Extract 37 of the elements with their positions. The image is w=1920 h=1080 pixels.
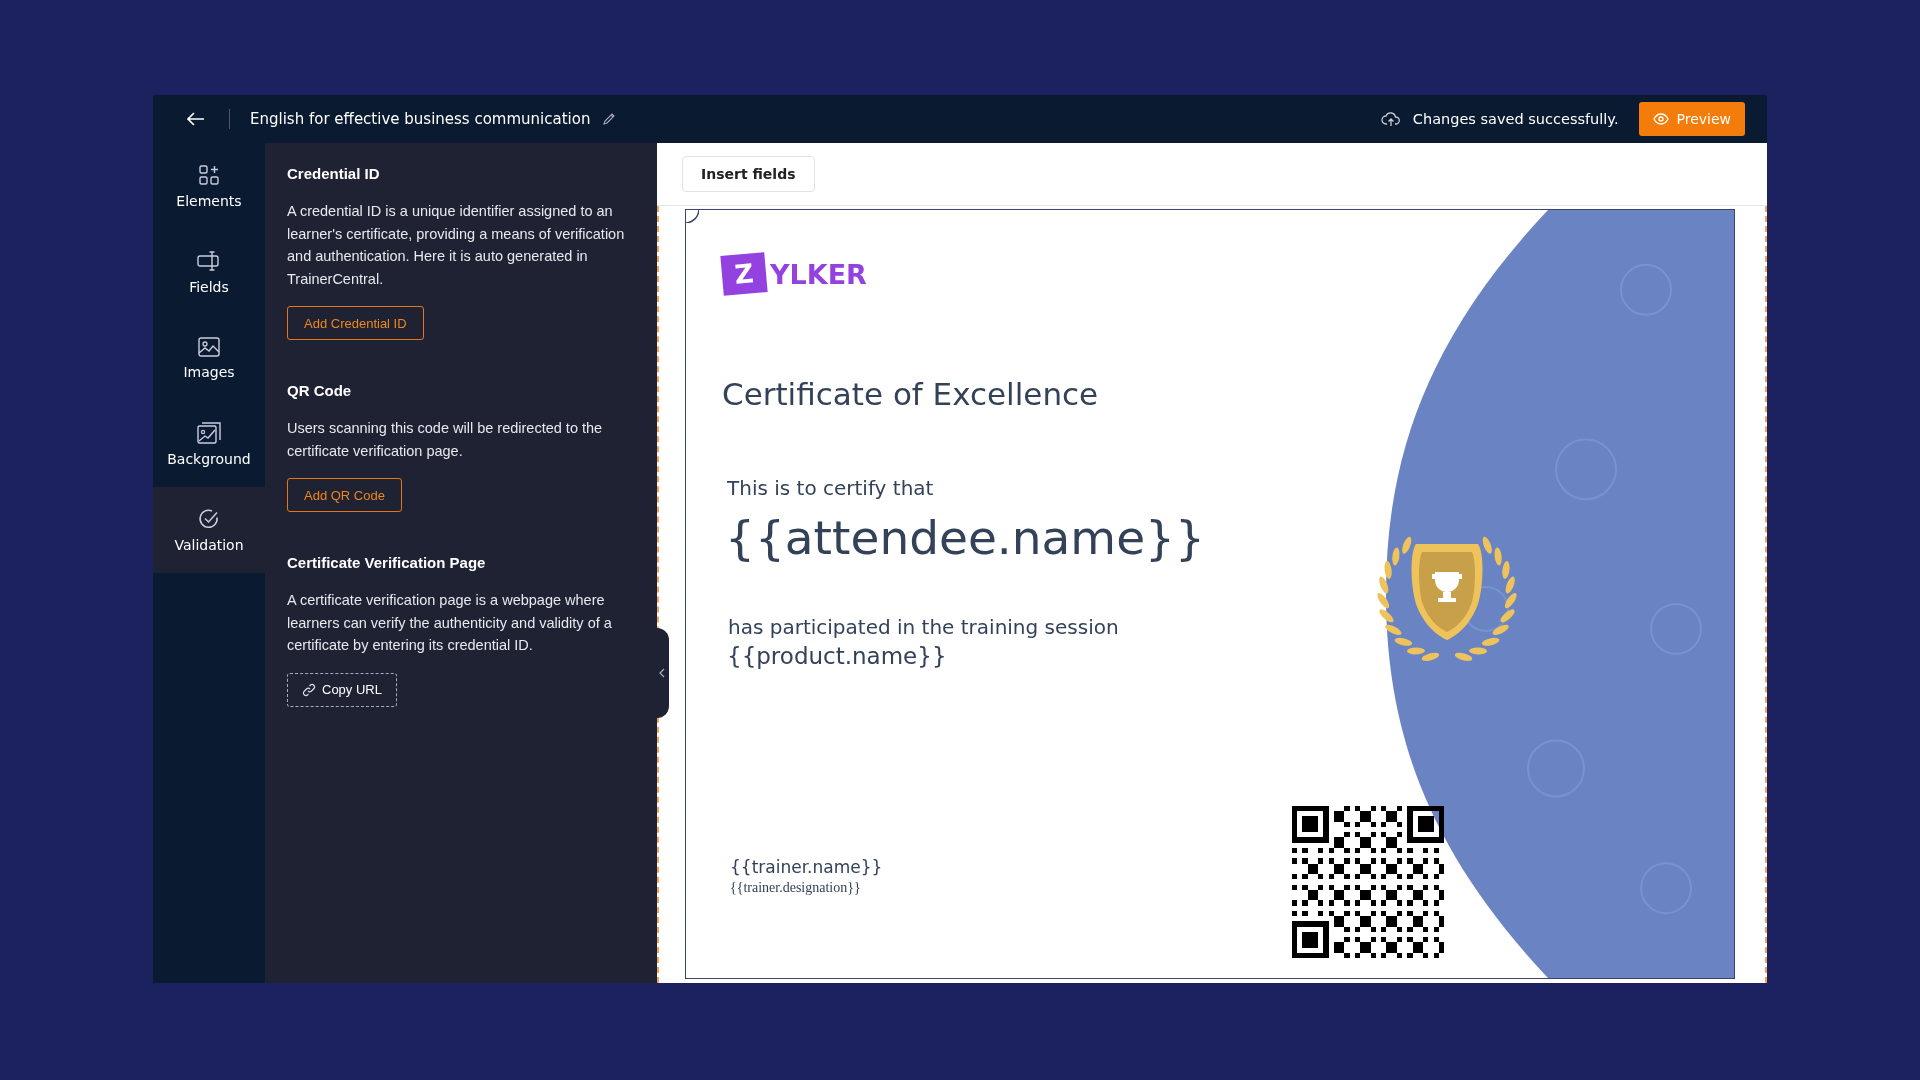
participation-text: has participated in the training session — [728, 615, 1119, 639]
section-description: A credential ID is a unique identifier assigned to an learner's certificate, providing a means of verification and authentication. Here it is auto generated in TrainerCentral. — [287, 202, 626, 289]
insert-fields-button[interactable]: Insert fields — [682, 156, 815, 192]
trainer-name-field: {{trainer.name}} — [730, 857, 883, 877]
section-heading: Credential ID — [287, 165, 381, 182]
sidebar-item[interactable]: Elements — [153, 143, 265, 229]
eye-icon — [1652, 113, 1669, 125]
company-logo: Z YLKER — [722, 254, 867, 294]
chevron-left-icon — [659, 668, 665, 678]
add-button[interactable]: Add Credential ID — [287, 306, 424, 340]
copy-url-button[interactable]: Copy URL — [287, 672, 397, 707]
save-status: Changes saved successfully. — [1412, 111, 1619, 127]
text-field-icon — [197, 249, 221, 272]
sidebar-item[interactable]: Images — [153, 315, 265, 401]
edit-icon[interactable] — [602, 112, 617, 126]
image-icon — [198, 336, 220, 357]
course-title: English for effective business communication — [250, 110, 591, 128]
sidebar-item[interactable]: Fields — [153, 229, 265, 315]
attendee-name-field: {{attendee.name}} — [725, 510, 1205, 565]
trainer-designation-field: {{trainer.designation}} — [730, 880, 861, 896]
section-heading: QR Code — [287, 382, 353, 399]
collapse-panel-handle[interactable] — [655, 628, 669, 718]
section-heading: Certificate Verification Page — [287, 554, 487, 571]
add-button[interactable]: Add QR Code — [287, 478, 402, 512]
check-circle-icon — [198, 507, 220, 530]
cloud-upload-icon — [1380, 111, 1401, 127]
product-name-field: {{product.name}} — [727, 643, 947, 669]
certificate-title: Certificate of Excellence — [722, 376, 1099, 412]
sidebar-item[interactable]: Validation — [153, 487, 265, 573]
back-arrow-icon — [187, 112, 205, 126]
section-description: A certificate verification page is a webpage where learners can verify the authenticity and validity of a certificate by entering its credential ID. — [287, 591, 613, 655]
sidebar-item[interactable]: Background — [153, 401, 265, 487]
section-description: Users scanning this code will be redirected to the certificate verification page. — [287, 419, 604, 461]
elements-icon — [198, 163, 220, 186]
certify-text: This is to certify that — [727, 476, 934, 500]
link-icon — [302, 682, 316, 697]
background-image-icon — [197, 421, 221, 444]
